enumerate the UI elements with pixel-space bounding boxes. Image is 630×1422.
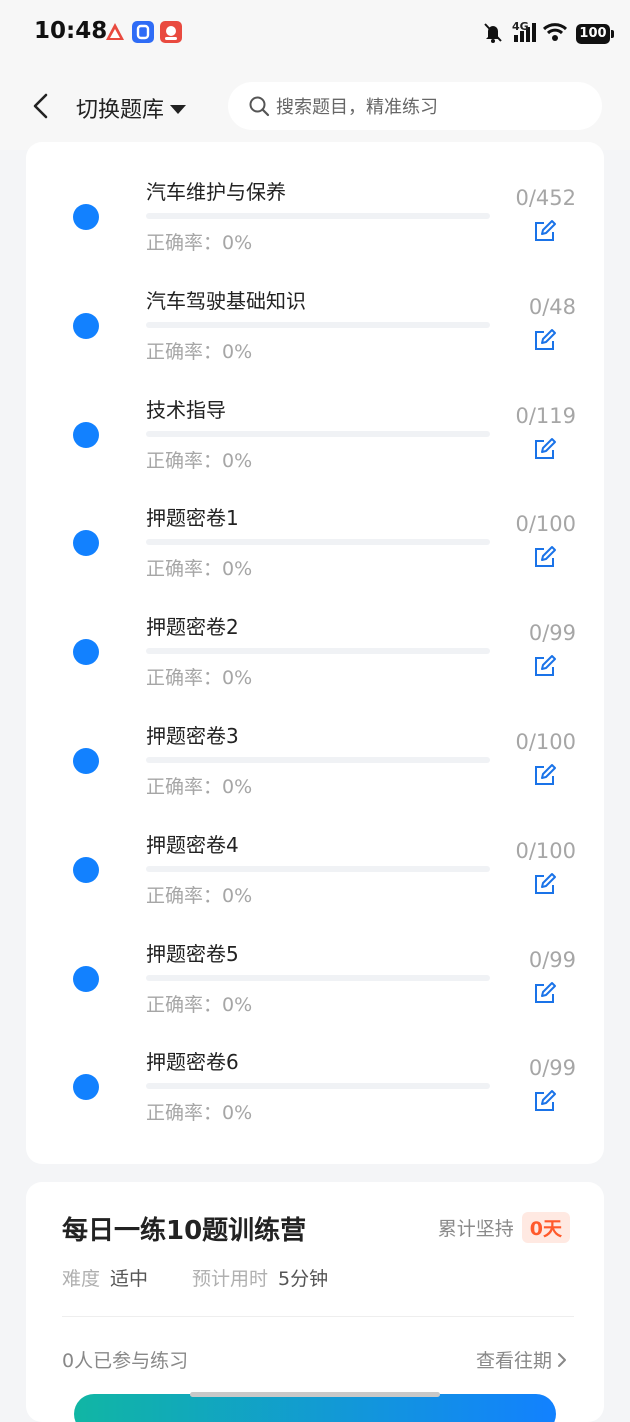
edit-icon[interactable] bbox=[530, 651, 560, 681]
wifi-icon bbox=[542, 21, 568, 47]
practice-meta: 难度 适中 预计用时 5分钟 bbox=[62, 1264, 372, 1291]
network-type: 4G bbox=[512, 19, 529, 33]
chapter-row[interactable]: 押题密卷6 正确率：0% 0/99 bbox=[26, 1012, 604, 1124]
question-count: 0/452 bbox=[515, 186, 576, 210]
status-dot bbox=[73, 857, 99, 883]
edit-icon[interactable] bbox=[530, 325, 560, 355]
view-past-link[interactable]: 查看往期 bbox=[476, 1346, 568, 1373]
status-dot bbox=[73, 748, 99, 774]
search-input[interactable]: 搜索题目，精准练习 bbox=[228, 82, 602, 130]
chapter-row[interactable]: 押题密卷1 正确率：0% 0/100 bbox=[26, 468, 604, 580]
participants-count: 0人已参与练习 bbox=[62, 1350, 189, 1372]
nav-bar: 切换题库 搜索题目，精准练习 bbox=[0, 66, 630, 150]
edit-icon[interactable] bbox=[530, 542, 560, 572]
status-dot bbox=[73, 422, 99, 448]
progress-bar bbox=[146, 1083, 490, 1089]
app-notification-icon bbox=[160, 21, 182, 43]
status-time: 10:48 bbox=[34, 18, 108, 44]
edit-icon[interactable] bbox=[530, 1086, 560, 1116]
progress-bar bbox=[146, 975, 490, 981]
edit-icon[interactable] bbox=[530, 434, 560, 464]
chapter-title: 押题密卷3 bbox=[146, 724, 239, 748]
home-indicator[interactable] bbox=[190, 1392, 440, 1397]
search-placeholder: 搜索题目，精准练习 bbox=[276, 97, 438, 118]
progress-bar bbox=[146, 648, 490, 654]
question-count: 0/100 bbox=[515, 839, 576, 863]
start-practice-button[interactable] bbox=[74, 1394, 556, 1422]
chapter-row[interactable]: 押题密卷3 正确率：0% 0/100 bbox=[26, 686, 604, 798]
progress-bar bbox=[146, 539, 490, 545]
status-dot bbox=[73, 639, 99, 665]
difficulty-label: 难度 bbox=[62, 1268, 101, 1290]
chapter-row[interactable]: 汽车驾驶基础知识 正确率：0% 0/48 bbox=[26, 251, 604, 363]
chapter-title: 汽车驾驶基础知识 bbox=[146, 289, 306, 313]
accuracy-label: 正确率：0% bbox=[146, 1102, 253, 1124]
streak-info: 累计坚持 0天 bbox=[438, 1212, 570, 1243]
difficulty-value: 适中 bbox=[110, 1268, 149, 1290]
chapter-title: 押题密卷2 bbox=[146, 615, 239, 639]
progress-bar bbox=[146, 431, 490, 437]
chapter-title: 押题密卷4 bbox=[146, 833, 239, 857]
status-dot bbox=[73, 966, 99, 992]
edit-icon[interactable] bbox=[530, 869, 560, 899]
chapter-title: 汽车维护与保养 bbox=[146, 180, 286, 204]
chapter-row[interactable]: 汽车维护与保养 正确率：0% 0/452 bbox=[26, 142, 604, 254]
status-dot bbox=[73, 1074, 99, 1100]
app-notification-icon bbox=[104, 21, 126, 43]
chapter-title: 技术指导 bbox=[146, 398, 226, 422]
chapter-title: 押题密卷6 bbox=[146, 1050, 239, 1074]
chapter-list: 汽车维护与保养 正确率：0% 0/452 汽车驾驶基础知识 正确率：0% 0/4… bbox=[26, 142, 604, 1164]
nav-title-label: 切换题库 bbox=[76, 98, 165, 123]
app-notification-icon bbox=[132, 21, 154, 43]
switch-bank-dropdown[interactable]: 切换题库 bbox=[76, 92, 187, 124]
mute-icon bbox=[482, 21, 504, 47]
back-button[interactable] bbox=[22, 86, 58, 126]
daily-title: 每日一练10题训练营 bbox=[62, 1216, 307, 1246]
question-count: 0/100 bbox=[515, 730, 576, 754]
streak-label: 累计坚持 bbox=[437, 1218, 514, 1240]
chapter-row[interactable]: 押题密卷4 正确率：0% 0/100 bbox=[26, 795, 604, 907]
chapter-row[interactable]: 押题密卷2 正确率：0% 0/99 bbox=[26, 577, 604, 689]
chapter-title: 押题密卷1 bbox=[146, 506, 239, 530]
progress-bar bbox=[146, 757, 490, 763]
chapter-title: 押题密卷5 bbox=[146, 942, 239, 966]
chevron-right-icon bbox=[558, 1352, 566, 1367]
status-dot bbox=[73, 530, 99, 556]
edit-icon[interactable] bbox=[530, 216, 560, 246]
progress-bar bbox=[146, 322, 490, 328]
status-bar: 10:48 4G 100 bbox=[0, 0, 630, 66]
question-count: 0/119 bbox=[515, 404, 576, 428]
question-count: 0/100 bbox=[515, 512, 576, 536]
caret-down-icon bbox=[170, 104, 187, 114]
time-value: 5分钟 bbox=[278, 1268, 329, 1290]
question-count: 0/99 bbox=[528, 1056, 576, 1080]
question-count: 0/48 bbox=[528, 295, 576, 319]
question-count: 0/99 bbox=[528, 948, 576, 972]
status-dot bbox=[73, 204, 99, 230]
battery-icon: 100 bbox=[576, 24, 614, 44]
time-label: 预计用时 bbox=[192, 1268, 269, 1290]
edit-icon[interactable] bbox=[530, 978, 560, 1008]
chapter-row[interactable]: 技术指导 正确率：0% 0/119 bbox=[26, 360, 604, 472]
status-dot bbox=[73, 313, 99, 339]
progress-bar bbox=[146, 213, 490, 219]
chapter-row[interactable]: 押题密卷5 正确率：0% 0/99 bbox=[26, 904, 604, 1016]
edit-icon[interactable] bbox=[530, 760, 560, 790]
divider bbox=[62, 1316, 574, 1317]
daily-practice-card[interactable]: 每日一练10题训练营 累计坚持 0天 难度 适中 预计用时 5分钟 0人已参与练… bbox=[26, 1182, 604, 1422]
chevron-left-icon bbox=[33, 93, 48, 119]
view-past-label: 查看往期 bbox=[475, 1350, 552, 1372]
search-icon bbox=[249, 96, 270, 117]
progress-bar bbox=[146, 866, 490, 872]
question-count: 0/99 bbox=[528, 621, 576, 645]
streak-badge: 0天 bbox=[521, 1212, 570, 1243]
